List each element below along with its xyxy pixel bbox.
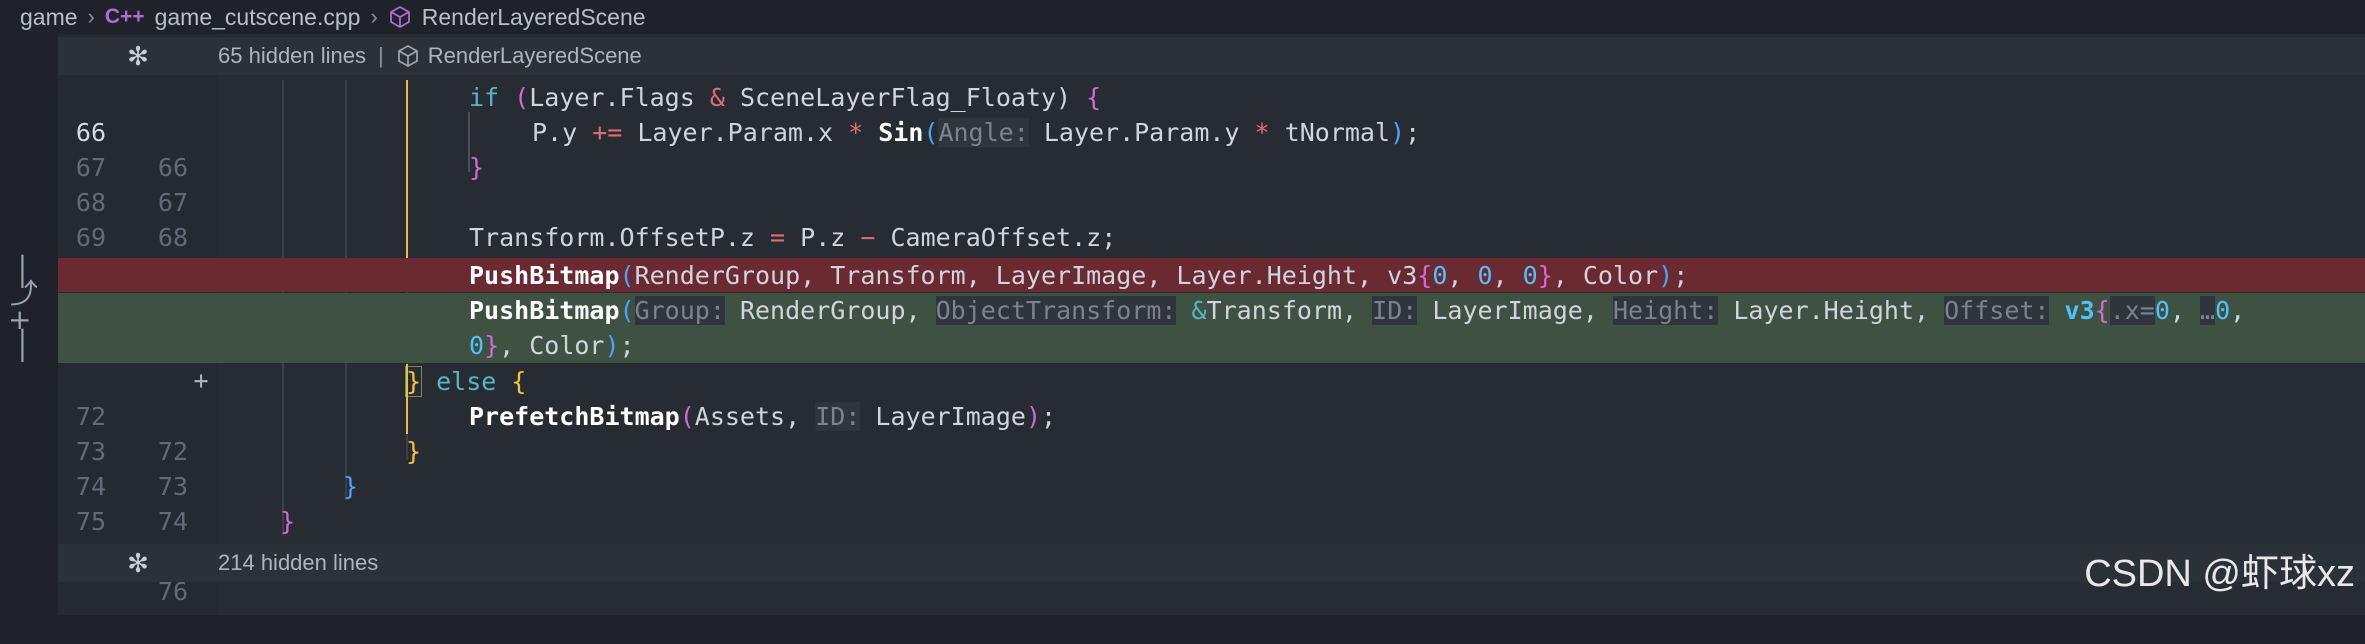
- breadcrumb-root[interactable]: game: [20, 4, 78, 31]
- diff-gutter-icon[interactable]: │ ⤴ + │: [0, 258, 46, 368]
- code-text: P.y += Layer.Param.x * Sin(Angle: Layer.…: [532, 118, 1421, 147]
- separator: |: [378, 43, 384, 68]
- code-line[interactable]: 70 70 Transform.OffsetP.z = P.z − Camera…: [58, 220, 2365, 322]
- hidden-lines-count: 65 hidden lines: [218, 43, 367, 68]
- code-line[interactable]: 72 72 } else {: [58, 364, 2365, 466]
- hidden-lines-bar-bottom[interactable]: ✻ 214 hidden lines: [58, 544, 2365, 582]
- chevron-right-icon: ›: [370, 4, 378, 29]
- code-line[interactable]: 73 73 PrefetchBitmap(Assets, ID: LayerIm…: [58, 399, 2365, 501]
- code-line[interactable]: 76 76 }: [58, 504, 2365, 606]
- code-text: }: [343, 472, 359, 501]
- code-text: }: [406, 437, 422, 466]
- hidden-lines-count: 214 hidden lines: [218, 550, 379, 575]
- code-text: } else {: [404, 366, 527, 397]
- code-line[interactable]: 67 67 P.y += Layer.Param.x * Sin(Angle: …: [58, 115, 2365, 217]
- code-text: Transform.OffsetP.z = P.z − CameraOffset…: [469, 223, 1117, 252]
- expand-hidden-lines-icon[interactable]: ✻: [58, 41, 218, 72]
- chevron-right-icon: ›: [87, 4, 95, 29]
- cube-symbol-icon: [397, 44, 418, 68]
- breadcrumb: game › C++ game_cutscene.cpp › RenderLay…: [0, 0, 2365, 34]
- expand-hidden-lines-icon[interactable]: ✻: [58, 548, 218, 579]
- removed-line[interactable]: 71 − PushBitmap(RenderGroup, Transform, …: [58, 258, 2365, 360]
- code-text: PushBitmap(Group: RenderGroup, ObjectTra…: [469, 296, 2246, 325]
- added-line-continuation[interactable]: + 0}, Color);: [58, 328, 2365, 395]
- hidden-lines-bar-top[interactable]: ✻ 65 hidden lines | RenderLayeredScene: [58, 37, 2365, 75]
- code-text: PrefetchBitmap(Assets, ID: LayerImage);: [469, 402, 1057, 431]
- active-indent-guide: [406, 364, 408, 434]
- cube-symbol-icon: [389, 5, 410, 29]
- code-text: 0}, Color);: [469, 331, 635, 360]
- code-text: if (Layer.Flags & SceneLayerFlag_Floaty)…: [469, 83, 1102, 112]
- code-line[interactable]: 74 74 }: [58, 434, 2365, 536]
- code-line[interactable]: 68 68 }: [58, 150, 2365, 252]
- cpp-file-icon: C++: [104, 5, 145, 28]
- added-line[interactable]: 71 + PushBitmap(Group: RenderGroup, Obje…: [58, 293, 2365, 395]
- watermark: CSDN @虾球xz: [2084, 553, 2355, 595]
- code-line[interactable]: 69 69: [58, 185, 2365, 287]
- breadcrumb-symbol[interactable]: RenderLayeredScene: [422, 4, 646, 31]
- breadcrumb-file[interactable]: game_cutscene.cpp: [155, 4, 361, 31]
- code-text: }: [280, 507, 296, 536]
- code-text: PushBitmap(RenderGroup, Transform, Layer…: [469, 261, 1689, 290]
- code-line[interactable]: 75 75 }: [58, 469, 2365, 571]
- hidden-lines-symbol[interactable]: RenderLayeredScene: [428, 43, 642, 69]
- code-line[interactable]: 66 66 if (Layer.Flags & SceneLayerFlag_F…: [58, 80, 2365, 182]
- code-text: }: [469, 153, 485, 182]
